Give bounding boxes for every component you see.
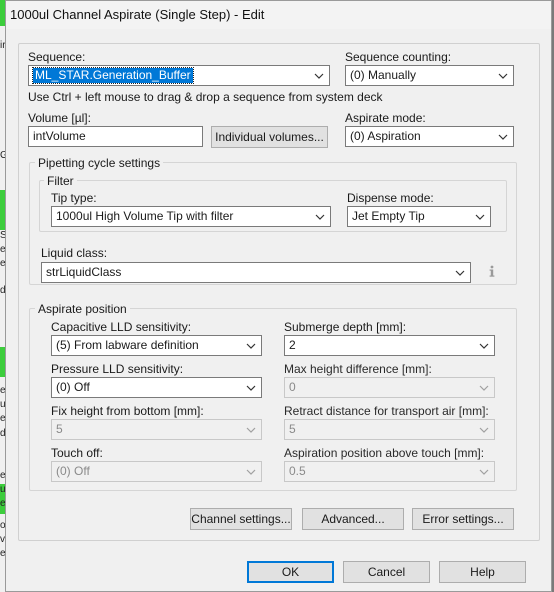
touch-off-combo: (0) Off (51, 461, 262, 482)
tip-type-label: Tip type: (51, 191, 97, 205)
aspirate-mode-value: (0) Aspiration (350, 129, 421, 143)
error-settings-button[interactable]: Error settings... (412, 508, 514, 530)
dispense-mode-value: Jet Empty Tip (352, 209, 425, 223)
chevron-down-icon (476, 420, 492, 439)
chevron-down-icon (476, 462, 492, 481)
liquid-class-combo[interactable]: strLiquidClass (41, 262, 471, 283)
aspirate-position-title: Aspirate position (35, 302, 130, 316)
chevron-down-icon[interactable] (495, 127, 511, 146)
help-button[interactable]: Help (439, 561, 526, 583)
fix-height-combo: 5 (51, 419, 262, 440)
submerge-depth-value: 2 (289, 338, 296, 352)
max-height-diff-label: Max height difference [mm]: (284, 362, 432, 376)
retract-distance-value: 5 (289, 422, 296, 436)
max-height-diff-combo: 0 (284, 377, 495, 398)
sequence-combo[interactable]: ML_STAR.Generation_Buffer (28, 65, 330, 86)
chevron-down-icon (476, 378, 492, 397)
volume-label: Volume [µl]: (28, 111, 91, 125)
liquid-class-value: strLiquidClass (46, 265, 122, 279)
fix-height-value: 5 (56, 422, 63, 436)
title-bar[interactable]: 1000ul Channel Aspirate (Single Step) - … (6, 1, 551, 29)
submerge-depth-combo[interactable]: 2 (284, 335, 495, 356)
dispense-mode-label: Dispense mode: (347, 191, 434, 205)
cancel-button[interactable]: Cancel (343, 561, 430, 583)
sequence-counting-combo[interactable]: (0) Manually (345, 65, 514, 86)
max-height-diff-value: 0 (289, 380, 296, 394)
pressure-lld-combo[interactable]: (0) Off (51, 377, 262, 398)
aspiration-above-touch-label: Aspiration position above touch [mm]: (284, 446, 485, 460)
sequence-counting-value: (0) Manually (350, 68, 417, 82)
tip-type-combo[interactable]: 1000ul High Volume Tip with filter (51, 206, 331, 227)
fix-height-label: Fix height from bottom [mm]: (51, 404, 204, 418)
chevron-down-icon (243, 462, 259, 481)
touch-off-label: Touch off: (51, 446, 103, 460)
capacitive-lld-label: Capacitive LLD sensitivity: (51, 320, 192, 334)
chevron-down-icon[interactable] (243, 378, 259, 397)
liquid-class-label: Liquid class: (41, 246, 108, 260)
advanced-button[interactable]: Advanced... (302, 508, 404, 530)
capacitive-lld-value: (5) From labware definition (56, 338, 199, 352)
aspirate-mode-combo[interactable]: (0) Aspiration (345, 126, 514, 147)
chevron-down-icon[interactable] (312, 207, 328, 226)
aspirate-mode-label: Aspirate mode: (345, 111, 426, 125)
aspiration-above-touch-value: 0.5 (289, 464, 306, 478)
touch-off-value: (0) Off (56, 464, 90, 478)
edit-dialog: 1000ul Channel Aspirate (Single Step) - … (5, 0, 552, 592)
chevron-down-icon (243, 420, 259, 439)
sequence-counting-label: Sequence counting: (345, 50, 452, 64)
chevron-down-icon[interactable] (311, 66, 327, 85)
pressure-lld-value: (0) Off (56, 380, 90, 394)
submerge-depth-label: Submerge depth [mm]: (284, 320, 407, 334)
chevron-down-icon[interactable] (476, 336, 492, 355)
ok-button[interactable]: OK (247, 561, 334, 583)
aspiration-above-touch-combo: 0.5 (284, 461, 495, 482)
info-icon[interactable] (485, 264, 499, 278)
channel-settings-button[interactable]: Channel settings... (190, 508, 292, 530)
chevron-down-icon[interactable] (472, 207, 488, 226)
sequence-hint: Use Ctrl + left mouse to drag & drop a s… (28, 90, 383, 104)
chevron-down-icon[interactable] (495, 66, 511, 85)
sequence-label: Sequence: (28, 50, 86, 64)
sequence-value: ML_STAR.Generation_Buffer (32, 67, 194, 84)
tip-type-value: 1000ul High Volume Tip with filter (56, 209, 234, 223)
capacitive-lld-combo[interactable]: (5) From labware definition (51, 335, 262, 356)
chevron-down-icon[interactable] (452, 263, 468, 282)
volume-field[interactable]: intVolume (28, 126, 203, 147)
retract-distance-label: Retract distance for transport air [mm]: (284, 404, 489, 418)
pipetting-cycle-title: Pipetting cycle settings (35, 156, 164, 170)
pressure-lld-label: Pressure LLD sensitivity: (51, 362, 184, 376)
window-title: 1000ul Channel Aspirate (Single Step) - … (10, 7, 265, 22)
individual-volumes-button[interactable]: Individual volumes... (211, 126, 328, 148)
volume-value: intVolume (33, 129, 86, 143)
dispense-mode-combo[interactable]: Jet Empty Tip (347, 206, 491, 227)
filter-title: Filter (44, 174, 77, 188)
retract-distance-combo: 5 (284, 419, 495, 440)
chevron-down-icon[interactable] (243, 336, 259, 355)
